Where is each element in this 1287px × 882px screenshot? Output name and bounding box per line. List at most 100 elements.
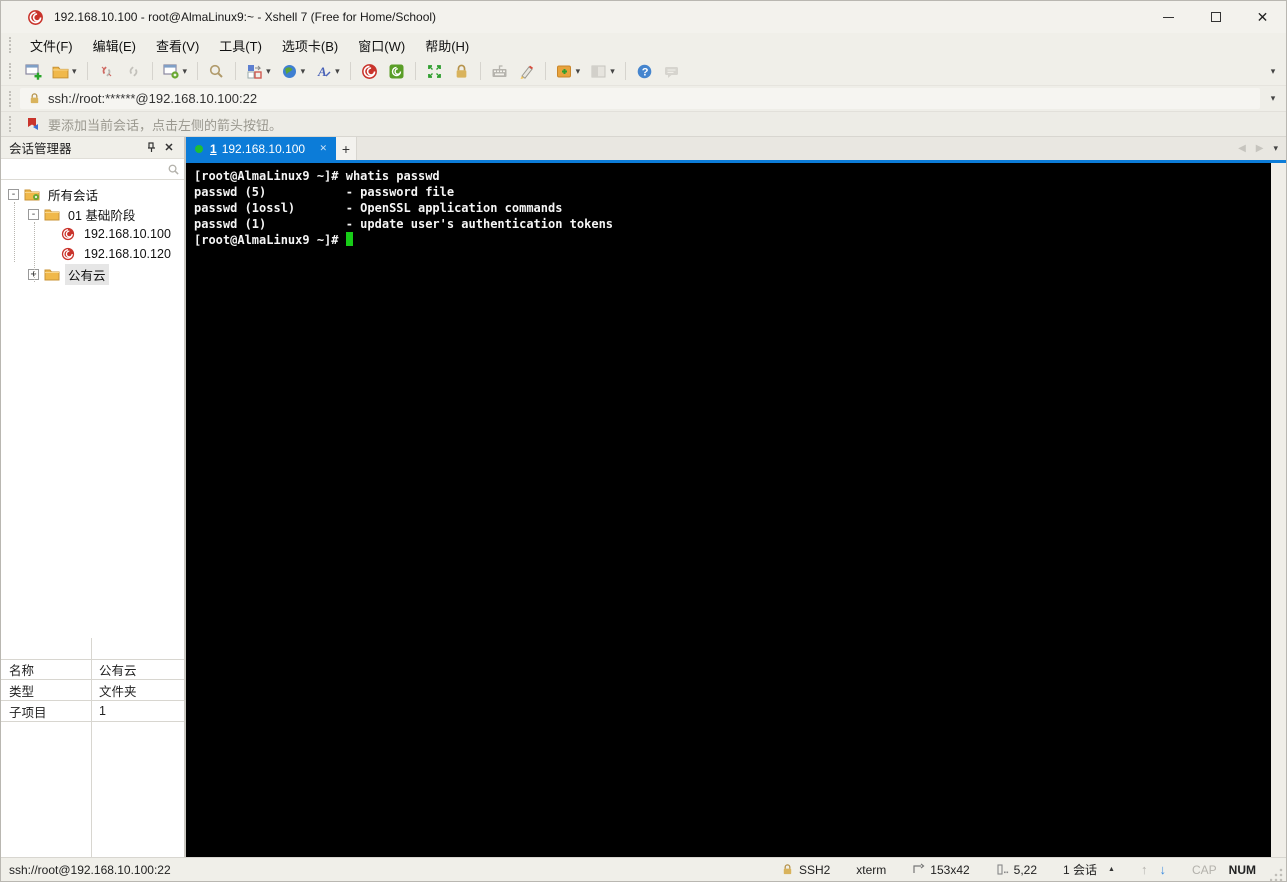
session-search <box>1 159 184 180</box>
speech-bubble-icon <box>664 66 678 78</box>
menu-edit[interactable]: 编辑(E) <box>83 33 146 58</box>
open-session-button[interactable]: ▾ <box>48 60 81 83</box>
maximize-button[interactable] <box>1192 1 1239 33</box>
terminal-cursor <box>345 232 353 246</box>
new-tab-button[interactable]: + <box>336 137 357 160</box>
property-row: 名称 公有云 <box>1 659 184 680</box>
tile-windows-button[interactable]: ▾ <box>586 60 619 83</box>
pin-panel-button[interactable] <box>142 139 160 157</box>
caps-lock-indicator: CAP <box>1191 862 1217 877</box>
scroll-tabs-left-icon[interactable]: ◀ <box>1238 143 1246 154</box>
protocol-label: SSH2 <box>798 862 831 877</box>
search-input[interactable] <box>5 159 167 179</box>
main-area: 会话管理器 ✕ - 所有会话 - 01 基础阶段 192.168.10.100 … <box>1 137 1286 857</box>
feedback-button[interactable] <box>659 60 684 83</box>
address-bar: ssh://root:******@192.168.10.100:22 ▾ <box>1 85 1286 111</box>
dropdown-caret-icon: ▾ <box>266 65 271 76</box>
lock-icon <box>453 63 470 80</box>
lock-screen-button[interactable] <box>449 60 474 83</box>
menu-view[interactable]: 查看(V) <box>146 33 209 58</box>
tab-label: 192.168.10.100 <box>221 141 306 156</box>
new-file-transfer-button[interactable]: ▾ <box>242 60 275 83</box>
root-folder-icon <box>24 187 40 201</box>
session-icon <box>60 247 76 261</box>
dropdown-caret-icon: ▾ <box>300 65 306 76</box>
menubar-grip[interactable] <box>9 37 14 53</box>
find-button[interactable] <box>204 60 229 83</box>
menu-window[interactable]: 窗口(W) <box>348 33 415 58</box>
toolbar-separator <box>414 62 416 80</box>
status-cursor-position: 5,22 <box>996 863 1037 877</box>
session-manager-panel: 会话管理器 ✕ - 所有会话 - 01 基础阶段 192.168.10.100 … <box>1 137 186 857</box>
panel-header: 会话管理器 ✕ <box>1 137 184 159</box>
collapse-icon[interactable]: - <box>28 208 39 220</box>
info-message: 要添加当前会话，点击左侧的箭头按钮。 <box>48 117 283 133</box>
xftp-button[interactable] <box>384 60 409 83</box>
address-url: ssh://root:******@192.168.10.100:22 <box>48 91 258 106</box>
minimize-button[interactable] <box>1145 1 1192 33</box>
scroll-tabs-right-icon[interactable]: ▶ <box>1256 143 1264 154</box>
terminal-prompt-line: [root@AlmaLinux9 ~]# <box>194 232 1286 248</box>
menu-bar: 文件(F) 编辑(E) 查看(V) 工具(T) 选项卡(B) 窗口(W) 帮助(… <box>1 33 1286 57</box>
property-row: 类型 文件夹 <box>1 680 184 701</box>
menu-tools[interactable]: 工具(T) <box>209 33 272 58</box>
status-terminal-type: xterm <box>856 863 886 877</box>
address-field[interactable]: ssh://root:******@192.168.10.100:22 <box>20 88 1260 109</box>
menu-tabs[interactable]: 选项卡(B) <box>272 33 348 58</box>
addressbar-grip[interactable] <box>9 90 14 107</box>
property-name: 名称 <box>9 664 35 678</box>
toolbar-separator <box>235 62 237 80</box>
terminal-line: [root@AlmaLinux9 ~]# <box>194 233 346 247</box>
tab-list-menu-icon[interactable]: ▾ <box>1273 143 1278 154</box>
session-icon <box>60 227 76 241</box>
property-value: 1 <box>99 704 106 718</box>
virtual-keyboard-button[interactable] <box>487 60 512 83</box>
session-properties-button[interactable]: ▾ <box>159 60 192 83</box>
toolbar-separator <box>86 62 88 80</box>
infobar-grip[interactable] <box>9 116 14 132</box>
menu-file[interactable]: 文件(F) <box>20 33 83 58</box>
highlight-pen-button[interactable] <box>514 60 539 83</box>
close-panel-button[interactable]: ✕ <box>160 139 178 157</box>
close-button[interactable]: ✕ <box>1239 1 1286 33</box>
tree-item-folder-01[interactable]: - 01 基础阶段 <box>1 204 184 224</box>
cursor-position-icon <box>997 864 1008 875</box>
xshell-logo-icon <box>27 9 44 26</box>
reconnect-button[interactable] <box>121 60 146 83</box>
new-session-button[interactable] <box>21 60 46 83</box>
tab-close-icon[interactable]: ✕ <box>316 141 330 156</box>
disconnect-button[interactable] <box>94 60 119 83</box>
toolbar-grip[interactable] <box>9 63 14 79</box>
status-bar: ssh://root@192.168.10.100:22 SSH2 xterm … <box>1 857 1286 881</box>
toolbar-overflow-button[interactable]: ▾ <box>1260 66 1286 77</box>
terminal-scrollbar[interactable] <box>1271 163 1286 857</box>
xshell-window: 192.168.10.100 - root@AlmaLinux9:~ - Xsh… <box>0 0 1287 882</box>
scroll-top-button[interactable]: ↑ <box>1141 863 1148 876</box>
resize-grip[interactable] <box>1270 867 1284 881</box>
property-row: 子项目 1 <box>1 701 184 722</box>
status-connection: ssh://root@192.168.10.100:22 <box>9 862 171 877</box>
help-button[interactable]: ? <box>632 60 657 83</box>
tree-item-label: 192.168.10.100 <box>84 227 171 241</box>
tree-item-folder-cloud[interactable]: + 公有云 <box>1 263 184 285</box>
new-session-icon <box>25 63 42 80</box>
tree-item-label: 192.168.10.120 <box>84 247 171 261</box>
tree-item-session-120[interactable]: 192.168.10.120 <box>1 244 184 264</box>
terminal-screen[interactable]: [root@AlmaLinux9 ~]# whatis passwd passw… <box>186 163 1286 857</box>
tree-item-all-sessions[interactable]: - 所有会话 <box>1 184 184 204</box>
full-screen-button[interactable] <box>422 60 447 83</box>
collapse-icon[interactable]: - <box>8 188 19 200</box>
address-dropdown-button[interactable]: ▾ <box>1260 93 1286 104</box>
tab-session-active[interactable]: 1 192.168.10.100 ✕ <box>186 137 336 160</box>
property-name: 类型 <box>9 684 35 699</box>
add-session-flag-icon[interactable] <box>26 117 40 132</box>
font-button[interactable]: A ▾ <box>311 60 344 83</box>
menu-help[interactable]: 帮助(H) <box>415 33 479 58</box>
tree-item-session-100[interactable]: 192.168.10.100 <box>1 224 184 244</box>
fullscreen-icon <box>427 64 441 78</box>
session-count-selector[interactable]: 1 会话 ▲ <box>1063 861 1115 878</box>
xshell-button[interactable] <box>357 60 382 83</box>
web-browser-button[interactable]: ▾ <box>277 60 310 83</box>
new-terminal-button[interactable]: ▾ <box>552 60 585 83</box>
scroll-bottom-button[interactable]: ↓ <box>1159 863 1166 876</box>
